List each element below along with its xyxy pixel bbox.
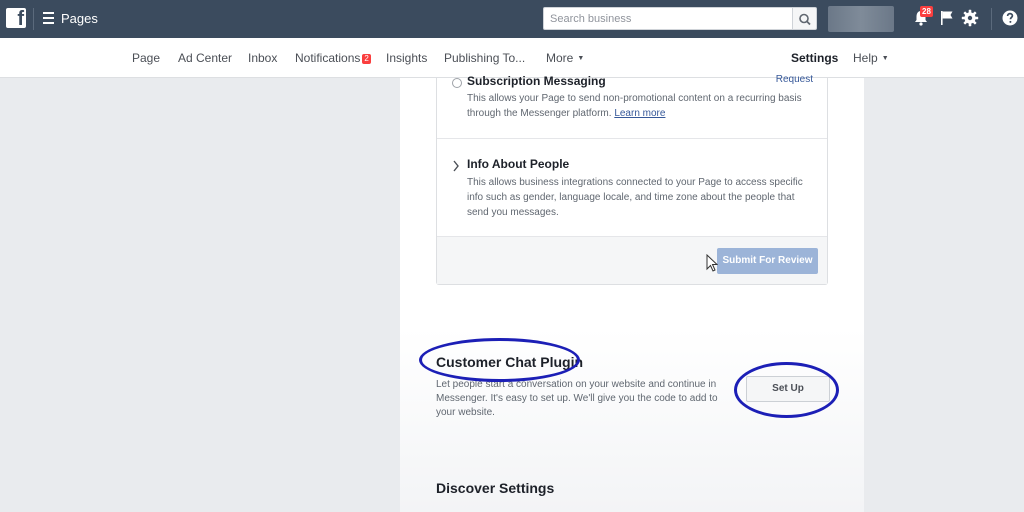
mouse-cursor-icon — [706, 254, 718, 272]
subscription-messaging-description: This allows your Page to send non-promot… — [467, 93, 802, 119]
facebook-logo-icon[interactable]: f — [6, 8, 26, 28]
chevron-down-icon: ▼ — [577, 55, 585, 62]
flag-icon[interactable] — [938, 9, 956, 27]
info-about-people-description: This allows business integrations connec… — [467, 177, 803, 218]
customer-chat-plugin-description: Let people start a conversation on your … — [436, 379, 718, 418]
subscription-messaging-radio[interactable] — [452, 78, 462, 88]
subscription-messaging-row: Subscription Messaging Request This allo… — [437, 74, 827, 139]
learn-more-link[interactable]: Learn more — [614, 108, 665, 119]
subscription-messaging-title: Subscription Messaging — [467, 74, 606, 88]
annotation-circle-title — [419, 338, 580, 382]
app-title[interactable]: Pages — [61, 11, 98, 26]
nav-tab-settings[interactable]: Settings — [791, 51, 838, 65]
notification-count-badge: 28 — [920, 6, 933, 17]
info-about-people-row[interactable]: Info About People This allows business i… — [437, 139, 827, 237]
top-bar-divider — [33, 8, 34, 30]
top-bar-divider-right — [991, 8, 992, 30]
nav-tab-inbox[interactable]: Inbox — [248, 51, 277, 65]
nav-tab-insights[interactable]: Insights — [386, 51, 427, 65]
search-icon — [799, 13, 811, 26]
help-icon[interactable] — [1001, 9, 1019, 27]
nav-tab-help[interactable]: Help ▼ — [853, 51, 889, 65]
nav-tab-publishing-tools[interactable]: Publishing To... — [444, 51, 525, 65]
annotation-circle-setup — [734, 362, 839, 418]
notifications-tab-badge: 2 — [362, 54, 371, 64]
request-link[interactable]: Request — [776, 74, 813, 85]
top-bar: f Pages 28 — [0, 0, 1024, 38]
gear-icon[interactable] — [961, 9, 979, 27]
nav-tab-notifications[interactable]: Notifications 2 — [295, 51, 371, 65]
nav-tab-more[interactable]: More ▼ — [546, 51, 584, 65]
profile-avatar[interactable] — [828, 6, 894, 32]
hamburger-menu-icon[interactable] — [43, 12, 54, 24]
settings-content-panel: Subscription Messaging Request This allo… — [400, 74, 864, 512]
info-about-people-title: Info About People — [467, 157, 570, 171]
search-button[interactable] — [793, 7, 817, 30]
nav-tab-ad-center[interactable]: Ad Center — [178, 51, 232, 65]
submit-for-review-button[interactable]: Submit For Review — [717, 248, 818, 274]
search-input[interactable] — [543, 7, 793, 30]
page-nav-bar: Page Ad Center Inbox Notifications 2 Insi… — [0, 38, 1024, 78]
advanced-messaging-permissions-card: Subscription Messaging Request This allo… — [436, 74, 828, 285]
chevron-right-icon[interactable] — [452, 160, 460, 172]
discover-settings-title: Discover Settings — [436, 480, 555, 496]
chevron-down-icon: ▼ — [881, 55, 889, 62]
nav-tab-page[interactable]: Page — [132, 51, 160, 65]
